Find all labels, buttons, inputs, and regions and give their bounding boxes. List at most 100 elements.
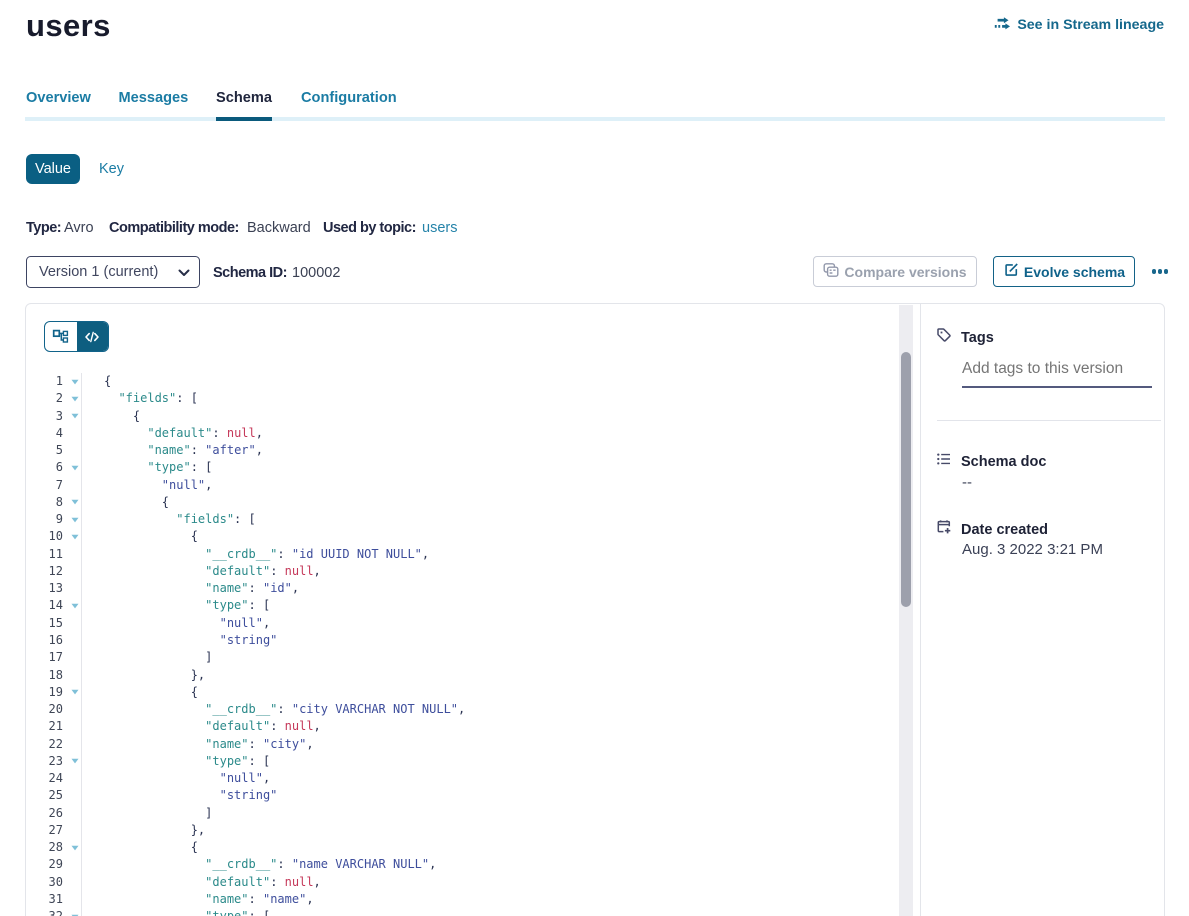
caret-spacer <box>63 649 81 666</box>
schema-panel: 1{2 "fields": [3 {4 "default": null,5 "n… <box>25 303 1165 916</box>
code-line-7: 7 "null", <box>26 477 906 494</box>
code-line-10: 10 { <box>26 528 906 545</box>
collapse-caret-icon[interactable] <box>63 511 81 528</box>
code-line-4: 4 "default": null, <box>26 425 906 442</box>
tree-view-button[interactable] <box>45 322 77 351</box>
code-line-content: { <box>81 494 169 511</box>
code-line-content: ] <box>81 649 212 666</box>
code-line-11: 11 "__crdb__": "id UUID NOT NULL", <box>26 546 906 563</box>
code-view-button[interactable] <box>77 322 109 351</box>
evolve-schema-label: Evolve schema <box>1024 264 1125 280</box>
line-number: 12 <box>26 563 63 580</box>
code-line-content: "name": "name", <box>81 891 314 908</box>
schema-meta-row: Type: Avro Compatibility mode: Backward … <box>0 220 1189 236</box>
line-number: 26 <box>26 805 63 822</box>
list-icon <box>936 451 952 472</box>
schema-doc-title: Schema doc <box>961 454 1046 470</box>
line-number: 19 <box>26 684 63 701</box>
code-line-content: "__crdb__": "name VARCHAR NULL", <box>81 856 436 873</box>
code-line-content: "name": "city", <box>81 736 314 753</box>
code-line-23: 23 "type": [ <box>26 753 906 770</box>
code-scrollbar-thumb[interactable] <box>901 352 911 607</box>
line-number: 25 <box>26 787 63 804</box>
type-value: Avro <box>64 220 94 236</box>
tags-title: Tags <box>961 330 994 346</box>
version-select[interactable]: Version 1 (current) <box>26 256 200 288</box>
tab-overview[interactable]: Overview <box>26 88 91 117</box>
code-line-content: { <box>81 373 111 390</box>
compare-versions-button[interactable]: Compare versions <box>813 256 977 287</box>
value-pill[interactable]: Value <box>26 154 80 184</box>
code-line-15: 15 "null", <box>26 615 906 632</box>
code-line-content: "default": null, <box>81 425 263 442</box>
compat-label: Compatibility mode: <box>109 220 239 236</box>
code-line-content: { <box>81 408 140 425</box>
code-scrollbar[interactable] <box>899 305 913 916</box>
collapse-caret-icon[interactable] <box>63 528 81 545</box>
viewer-mode-toggle <box>44 321 109 352</box>
line-number: 6 <box>26 459 63 476</box>
date-created-title: Date created <box>961 522 1048 538</box>
code-line-9: 9 "fields": [ <box>26 511 906 528</box>
collapse-caret-icon[interactable] <box>63 753 81 770</box>
line-number: 21 <box>26 718 63 735</box>
line-number: 28 <box>26 839 63 856</box>
line-number: 16 <box>26 632 63 649</box>
ellipsis-dot <box>1152 269 1157 274</box>
caret-spacer <box>63 546 81 563</box>
line-number: 4 <box>26 425 63 442</box>
code-line-content: }, <box>81 822 205 839</box>
add-tags-underline <box>962 386 1152 388</box>
tab-configuration[interactable]: Configuration <box>301 88 397 117</box>
collapse-caret-icon[interactable] <box>63 839 81 856</box>
collapse-caret-icon[interactable] <box>63 597 81 614</box>
collapse-caret-icon[interactable] <box>63 390 81 407</box>
topic-link[interactable]: users <box>422 220 457 236</box>
tags-section-header: Tags <box>936 327 994 348</box>
line-number: 22 <box>26 736 63 753</box>
caret-spacer <box>63 822 81 839</box>
see-in-stream-lineage-link[interactable]: See in Stream lineage <box>994 14 1164 36</box>
code-line-14: 14 "type": [ <box>26 597 906 614</box>
tab-messages[interactable]: Messages <box>119 88 189 117</box>
more-actions-button[interactable] <box>1146 256 1174 287</box>
schema-doc-value: -- <box>962 474 972 491</box>
code-line-25: 25 "string" <box>26 787 906 804</box>
line-number: 5 <box>26 442 63 459</box>
code-line-32: 32 "type": [ <box>26 908 906 916</box>
add-tags-input[interactable] <box>962 360 1147 378</box>
line-number: 17 <box>26 649 63 666</box>
caret-spacer <box>63 701 81 718</box>
code-line-27: 27 }, <box>26 822 906 839</box>
code-line-content: "type": [ <box>81 459 212 476</box>
caret-spacer <box>63 667 81 684</box>
collapse-caret-icon[interactable] <box>63 494 81 511</box>
code-line-content: "string" <box>81 632 277 649</box>
code-line-content: "string" <box>81 787 277 804</box>
collapse-caret-icon[interactable] <box>63 408 81 425</box>
schema-id-value: 100002 <box>292 265 340 281</box>
collapse-caret-icon[interactable] <box>63 684 81 701</box>
code-line-content: "default": null, <box>81 874 321 891</box>
topic-label: Used by topic: <box>323 220 416 236</box>
tab-schema[interactable]: Schema <box>216 88 272 117</box>
evolve-schema-button[interactable]: Evolve schema <box>993 256 1135 287</box>
line-number: 30 <box>26 874 63 891</box>
collapse-caret-icon[interactable] <box>63 908 81 916</box>
line-number: 23 <box>26 753 63 770</box>
code-line-content: "default": null, <box>81 563 321 580</box>
date-created-value: Aug. 3 2022 3:21 PM <box>962 541 1103 558</box>
caret-spacer <box>63 563 81 580</box>
code-line-2: 2 "fields": [ <box>26 390 906 407</box>
line-number: 7 <box>26 477 63 494</box>
caret-spacer <box>63 615 81 632</box>
line-number: 1 <box>26 373 63 390</box>
code-line-content: "type": [ <box>81 753 270 770</box>
collapse-caret-icon[interactable] <box>63 459 81 476</box>
code-line-content: "name": "after", <box>81 442 263 459</box>
topic-schema-page: users See in Stream lineage Overview Mess… <box>0 0 1189 916</box>
code-line-29: 29 "__crdb__": "name VARCHAR NULL", <box>26 856 906 873</box>
line-number: 11 <box>26 546 63 563</box>
key-pill[interactable]: Key <box>99 154 124 184</box>
collapse-caret-icon[interactable] <box>63 373 81 390</box>
